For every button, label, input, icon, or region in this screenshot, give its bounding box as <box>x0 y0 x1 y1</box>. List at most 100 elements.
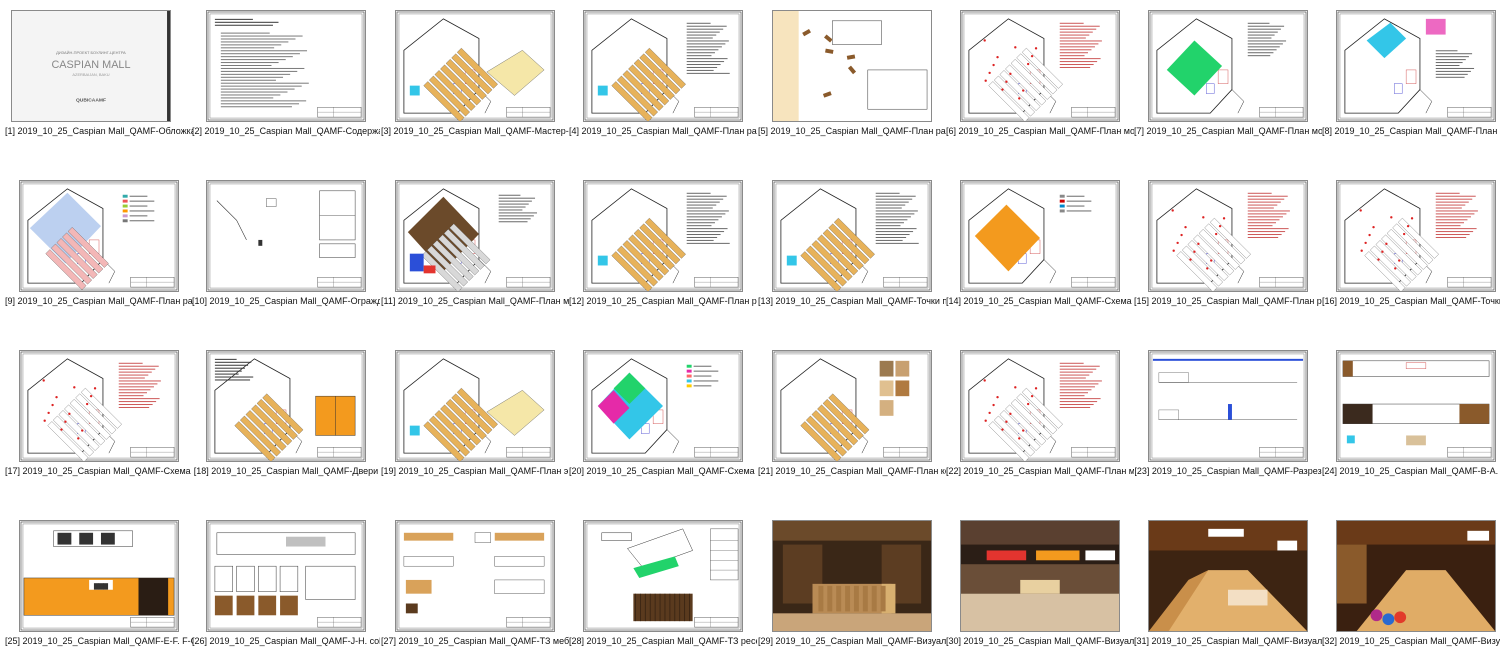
file-thumbnail[interactable] <box>1336 10 1496 122</box>
file-thumbnail[interactable] <box>772 10 932 122</box>
file-thumbnail[interactable]: ДИЗАЙН-ПРОЕКТ БОУЛИНГ-ЦЕНТРА CASPIAN MAL… <box>11 10 171 122</box>
file-name-label[interactable]: [5] 2019_10_25_Caspian Mall_QAMF-План ра… <box>758 126 946 137</box>
file-thumbnail[interactable] <box>960 520 1120 632</box>
file-name-label[interactable]: [20] 2019_10_25_Caspian Mall_QAMF-Схема … <box>569 466 757 477</box>
file-tile[interactable]: ДИЗАЙН-ПРОЕКТ БОУЛИНГ-ЦЕНТРА CASPIAN MAL… <box>5 0 193 160</box>
file-thumbnail[interactable] <box>1336 520 1496 632</box>
file-name-label[interactable]: [24] 2019_10_25_Caspian Mall_QAMF-В-А. В… <box>1322 466 1500 477</box>
file-tile[interactable]: [3] 2019_10_25_Caspian Mall_QAMF-Мастер-… <box>381 0 569 160</box>
file-tile[interactable]: [30] 2019_10_25_Caspian Mall_QAMF-Визуал… <box>946 510 1134 670</box>
file-thumbnail[interactable] <box>1148 10 1308 122</box>
file-thumbnail[interactable] <box>206 520 366 632</box>
file-tile[interactable]: [15] 2019_10_25_Caspian Mall_QAMF-План р… <box>1134 170 1322 330</box>
file-tile[interactable]: [12] 2019_10_25_Caspian Mall_QAMF-План р… <box>569 170 757 330</box>
file-name-label[interactable]: [1] 2019_10_25_Caspian Mall_QAMF-Обложка <box>5 126 193 137</box>
file-name-label[interactable]: [16] 2019_10_25_Caspian Mall_QAMF-Точки … <box>1322 296 1500 307</box>
file-name-label[interactable]: [29] 2019_10_25_Caspian Mall_QAMF-Визуал… <box>758 636 946 647</box>
file-tile[interactable]: [16] 2019_10_25_Caspian Mall_QAMF-Точки … <box>1322 170 1500 330</box>
file-name-label[interactable]: [3] 2019_10_25_Caspian Mall_QAMF-Мастер-… <box>381 126 569 137</box>
file-tile[interactable]: [28] 2019_10_25_Caspian Mall_QAMF-ТЗ рес… <box>569 510 757 670</box>
file-name-label[interactable]: [30] 2019_10_25_Caspian Mall_QAMF-Визуал… <box>946 636 1134 647</box>
file-tile[interactable]: [5] 2019_10_25_Caspian Mall_QAMF-План ра… <box>758 0 946 160</box>
file-tile[interactable]: [11] 2019_10_25_Caspian Mall_QAMF-План м… <box>381 170 569 330</box>
file-name-label[interactable]: [13] 2019_10_25_Caspian Mall_QAMF-Точки … <box>758 296 946 307</box>
file-thumbnail[interactable] <box>772 520 932 632</box>
file-tile[interactable]: [9] 2019_10_25_Caspian Mall_QAMF-План ра… <box>5 170 193 330</box>
file-tile[interactable]: [24] 2019_10_25_Caspian Mall_QAMF-В-А. В… <box>1322 340 1500 500</box>
file-name-label[interactable]: [22] 2019_10_25_Caspian Mall_QAMF-План м… <box>946 466 1134 477</box>
file-name-label[interactable]: [4] 2019_10_25_Caspian Mall_QAMF-План ра… <box>569 126 757 137</box>
file-tile[interactable]: [20] 2019_10_25_Caspian Mall_QAMF-Схема … <box>569 340 757 500</box>
file-thumbnail[interactable] <box>1148 350 1308 462</box>
file-name-label[interactable]: [2] 2019_10_25_Caspian Mall_QAMF-Содержа… <box>192 126 380 137</box>
file-tile[interactable]: [32] 2019_10_25_Caspian Mall_QAMF-Визуал… <box>1322 510 1500 670</box>
file-tile[interactable]: [13] 2019_10_25_Caspian Mall_QAMF-Точки … <box>758 170 946 330</box>
file-tile[interactable]: [8] 2019_10_25_Caspian Mall_QAMF-План мо… <box>1322 0 1500 160</box>
file-tile[interactable]: [7] 2019_10_25_Caspian Mall_QAMF-План мо… <box>1134 0 1322 160</box>
file-thumbnail[interactable] <box>206 350 366 462</box>
file-name-label[interactable]: [31] 2019_10_25_Caspian Mall_QAMF-Визуал… <box>1134 636 1322 647</box>
file-thumbnail[interactable] <box>206 180 366 292</box>
file-name-label[interactable]: [6] 2019_10_25_Caspian Mall_QAMF-План мо… <box>946 126 1134 137</box>
file-name-label[interactable]: [21] 2019_10_25_Caspian Mall_QAMF-План к… <box>758 466 946 477</box>
file-name-label[interactable]: [23] 2019_10_25_Caspian Mall_QAMF-Разрез <box>1134 466 1322 477</box>
file-thumbnail[interactable] <box>395 10 555 122</box>
cover-title-text: CASPIAN MALL <box>51 59 130 71</box>
file-tile[interactable]: [22] 2019_10_25_Caspian Mall_QAMF-План м… <box>946 340 1134 500</box>
file-name-label[interactable]: [32] 2019_10_25_Caspian Mall_QAMF-Визуал… <box>1322 636 1500 647</box>
file-tile[interactable]: [2] 2019_10_25_Caspian Mall_QAMF-Содержа… <box>192 0 380 160</box>
file-thumbnail[interactable] <box>395 520 555 632</box>
file-thumbnail[interactable] <box>19 180 179 292</box>
file-tile[interactable]: [17] 2019_10_25_Caspian Mall_QAMF-Схема … <box>5 340 193 500</box>
file-name-label[interactable]: [25] 2019_10_25_Caspian Mall_QAMF-E-F. F… <box>5 636 193 647</box>
file-tile[interactable]: [26] 2019_10_25_Caspian Mall_QAMF-J-H. c… <box>192 510 380 670</box>
file-thumbnail[interactable] <box>960 180 1120 292</box>
file-tile[interactable]: [27] 2019_10_25_Caspian Mall_QAMF-ТЗ меб… <box>381 510 569 670</box>
file-thumbnail[interactable] <box>206 10 366 122</box>
file-tile[interactable]: [10] 2019_10_25_Caspian Mall_QAMF-Огражд… <box>192 170 380 330</box>
file-name-label[interactable]: [19] 2019_10_25_Caspian Mall_QAMF-План э… <box>381 466 569 477</box>
file-tile[interactable]: [23] 2019_10_25_Caspian Mall_QAMF-Разрез <box>1134 340 1322 500</box>
file-name-label[interactable]: [7] 2019_10_25_Caspian Mall_QAMF-План мо… <box>1134 126 1322 137</box>
file-thumbnail[interactable] <box>395 180 555 292</box>
file-thumbnail[interactable] <box>583 10 743 122</box>
file-thumbnail[interactable] <box>960 350 1120 462</box>
file-name-label[interactable]: [17] 2019_10_25_Caspian Mall_QAMF-Схема … <box>5 466 193 477</box>
file-name-label[interactable]: [15] 2019_10_25_Caspian Mall_QAMF-План р… <box>1134 296 1322 307</box>
cover-brand-text: QUBICAAMF <box>76 97 106 103</box>
file-tile[interactable]: [18] 2019_10_25_Caspian Mall_QAMF-Двери <box>192 340 380 500</box>
cover-sub-text: AZERBAIJAN, BAKU <box>72 72 109 77</box>
file-thumbnail[interactable]: ▇▇▇ <box>19 520 179 632</box>
file-thumbnail[interactable] <box>1336 350 1496 462</box>
file-thumbnail[interactable] <box>583 350 743 462</box>
svg-text:▇▇▇: ▇▇▇ <box>93 583 108 590</box>
file-tile[interactable]: [6] 2019_10_25_Caspian Mall_QAMF-План мо… <box>946 0 1134 160</box>
file-name-label[interactable]: [27] 2019_10_25_Caspian Mall_QAMF-ТЗ меб… <box>381 636 569 647</box>
file-tile[interactable]: ▇▇▇ [25] 2019_10_25_Caspian Mall_QAMF-E-F… <box>5 510 193 670</box>
file-tile[interactable]: [14] 2019_10_25_Caspian Mall_QAMF-Схема … <box>946 170 1134 330</box>
file-tile[interactable]: [4] 2019_10_25_Caspian Mall_QAMF-План ра… <box>569 0 757 160</box>
file-tile[interactable]: [31] 2019_10_25_Caspian Mall_QAMF-Визуал… <box>1134 510 1322 670</box>
file-name-label[interactable]: [14] 2019_10_25_Caspian Mall_QAMF-Схема … <box>946 296 1134 307</box>
file-name-label[interactable]: [9] 2019_10_25_Caspian Mall_QAMF-План ра… <box>5 296 193 307</box>
file-thumbnail[interactable] <box>1148 180 1308 292</box>
file-name-label[interactable]: [12] 2019_10_25_Caspian Mall_QAMF-План р… <box>569 296 757 307</box>
file-tile[interactable]: [19] 2019_10_25_Caspian Mall_QAMF-План э… <box>381 340 569 500</box>
file-name-label[interactable]: [18] 2019_10_25_Caspian Mall_QAMF-Двери <box>192 466 380 477</box>
file-thumbnail[interactable] <box>1336 180 1496 292</box>
file-thumbnail[interactable] <box>772 350 932 462</box>
file-tile[interactable]: [21] 2019_10_25_Caspian Mall_QAMF-План к… <box>758 340 946 500</box>
file-name-label[interactable]: [28] 2019_10_25_Caspian Mall_QAMF-ТЗ рес… <box>569 636 757 647</box>
file-thumbnail[interactable] <box>19 350 179 462</box>
file-thumbnail[interactable] <box>1148 520 1308 632</box>
file-name-label[interactable]: [11] 2019_10_25_Caspian Mall_QAMF-План м… <box>381 296 569 307</box>
file-name-label[interactable]: [26] 2019_10_25_Caspian Mall_QAMF-J-H. c… <box>192 636 380 647</box>
file-thumbnail[interactable] <box>395 350 555 462</box>
file-thumbnail[interactable] <box>583 180 743 292</box>
file-name-label[interactable]: [10] 2019_10_25_Caspian Mall_QAMF-Огражд… <box>192 296 380 307</box>
file-thumbnail[interactable] <box>583 520 743 632</box>
file-thumbnail[interactable] <box>960 10 1120 122</box>
file-name-label[interactable]: [8] 2019_10_25_Caspian Mall_QAMF-План мо… <box>1322 126 1500 137</box>
file-tile[interactable]: [29] 2019_10_25_Caspian Mall_QAMF-Визуал… <box>758 510 946 670</box>
file-thumbnail[interactable] <box>772 180 932 292</box>
